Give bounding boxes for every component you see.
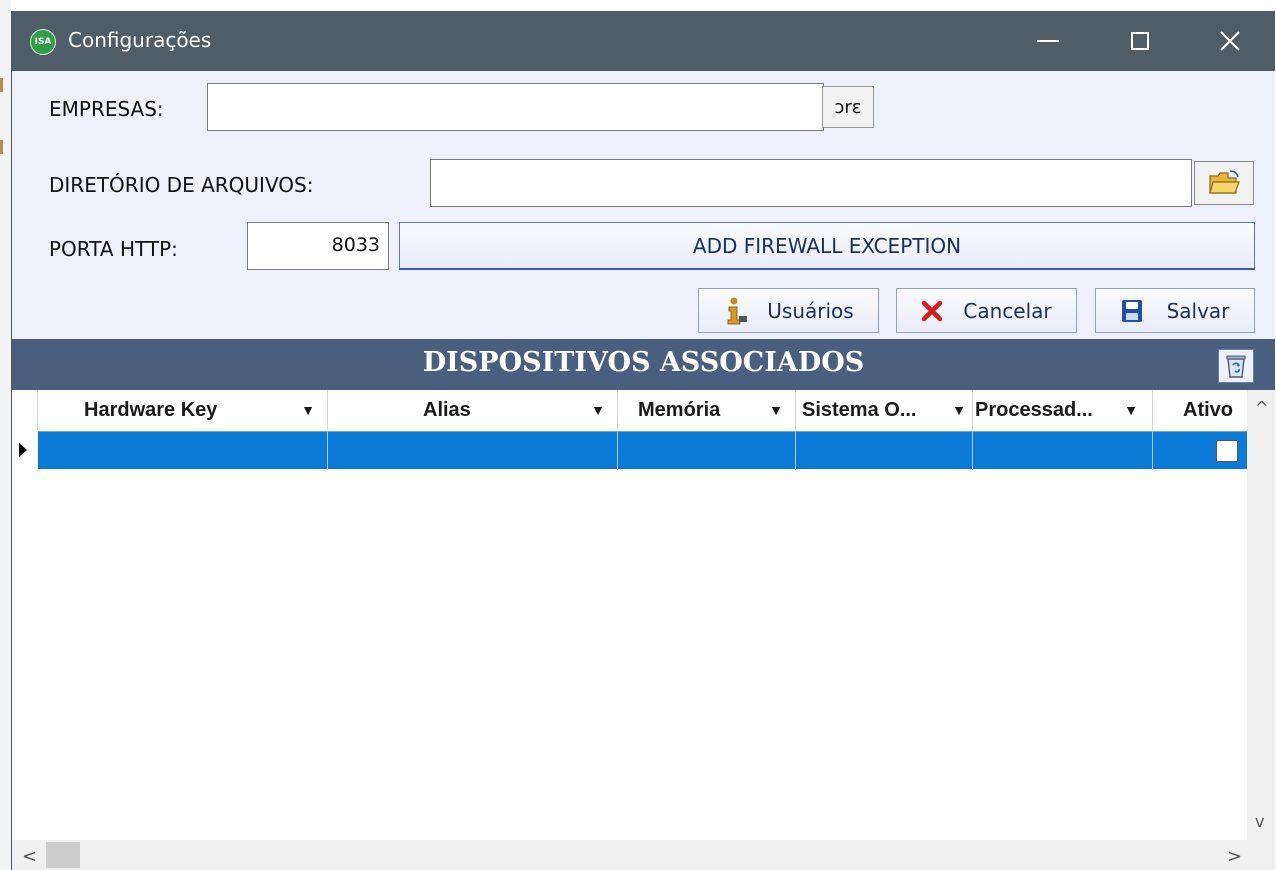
porta-http-field[interactable]: 8033	[247, 222, 389, 270]
chevron-down-icon[interactable]: ▼	[301, 402, 315, 418]
title-bar[interactable]: ISA Configurações	[12, 11, 1275, 71]
devices-grid[interactable]: Hardware Key ▼ Alias ▼ Memória ▼ Sistema…	[12, 390, 1247, 840]
diretorio-field[interactable]	[430, 159, 1192, 207]
close-button[interactable]	[1184, 11, 1275, 71]
dispositivos-header: DISPOSITIVOS ASSOCIADOS	[12, 339, 1275, 390]
horizontal-scrollbar[interactable]: < >	[12, 840, 1247, 870]
diretorio-label: DIRETÓRIO DE ARQUIVOS:	[49, 173, 314, 197]
cancel-x-icon	[922, 300, 943, 321]
row-indicator-header	[12, 390, 38, 430]
row-indicator[interactable]	[12, 431, 38, 469]
column-header-ativo[interactable]: Ativo	[1153, 390, 1247, 430]
add-firewall-exception-button[interactable]: ADD FIREWALL EXCEPTION	[399, 222, 1255, 270]
background-mark	[0, 140, 3, 154]
chevron-down-icon[interactable]: ▼	[591, 402, 605, 418]
cell-processador[interactable]	[973, 432, 1153, 470]
minimize-button[interactable]	[1002, 11, 1094, 71]
background-app-strip	[0, 0, 11, 870]
maximize-icon	[1131, 32, 1149, 50]
open-folder-icon	[1209, 170, 1240, 194]
empresas-field[interactable]	[207, 83, 824, 131]
horizontal-scroll-thumb[interactable]	[46, 842, 80, 868]
column-header-label: Processad...	[975, 399, 1093, 421]
cell-alias[interactable]	[328, 432, 618, 470]
usuarios-button[interactable]: Usuários	[698, 288, 879, 333]
resize-grip[interactable]	[1247, 840, 1275, 870]
window-title: Configurações	[68, 28, 212, 52]
current-row-arrow-icon	[19, 443, 27, 457]
chevron-down-icon[interactable]: ▼	[952, 402, 966, 418]
scroll-up-icon[interactable]: ^	[1255, 398, 1268, 417]
column-header-memoria[interactable]: Memória ▼	[618, 390, 796, 430]
scroll-down-icon[interactable]: v	[1255, 812, 1264, 831]
cancelar-button[interactable]: Cancelar	[896, 288, 1077, 333]
column-header-alias[interactable]: Alias ▼	[328, 390, 618, 430]
minimize-icon	[1037, 40, 1059, 42]
column-header-label: Alias	[423, 399, 471, 421]
chevron-down-icon[interactable]: ▼	[769, 402, 783, 418]
cell-memoria[interactable]	[618, 432, 796, 470]
column-header-sistema[interactable]: Sistema O... ▼	[796, 390, 973, 430]
porta-http-label: PORTA HTTP:	[49, 237, 178, 261]
maximize-button[interactable]	[1094, 11, 1186, 71]
cell-ativo[interactable]	[1153, 432, 1247, 470]
folder-browse-button[interactable]	[1194, 161, 1254, 205]
column-header-hardware-key[interactable]: Hardware Key ▼	[38, 390, 328, 430]
chevron-down-icon[interactable]: ▼	[1124, 402, 1138, 418]
configuracoes-window: ISA Configurações EMPRESAS: ɔrɛ DIRETÓRI…	[11, 11, 1275, 870]
clear-devices-button[interactable]	[1218, 349, 1254, 383]
trash-recycle-icon	[1226, 355, 1246, 378]
column-header-processador[interactable]: Processad... ▼	[973, 390, 1153, 430]
scroll-right-icon[interactable]: >	[1227, 846, 1242, 867]
column-header-label: Sistema O...	[802, 399, 917, 421]
background-mark	[0, 78, 3, 92]
user-info-icon	[727, 297, 748, 324]
column-header-label: Memória	[638, 399, 721, 421]
save-disk-icon	[1121, 299, 1142, 322]
usuarios-label: Usuários	[767, 298, 854, 323]
column-header-label: Ativo	[1183, 399, 1233, 421]
close-icon	[1220, 31, 1240, 51]
column-header-label: Hardware Key	[84, 399, 218, 421]
empresas-label: EMPRESAS:	[49, 97, 164, 121]
salvar-label: Salvar	[1166, 298, 1230, 323]
ativo-checkbox[interactable]	[1216, 440, 1238, 462]
table-row[interactable]	[38, 431, 1247, 470]
cancelar-label: Cancelar	[963, 298, 1052, 323]
empresas-browse-button[interactable]: ɔrɛ	[822, 86, 874, 128]
vertical-scrollbar[interactable]: ^ v	[1247, 390, 1275, 840]
cell-hardware-key[interactable]	[38, 432, 328, 470]
cell-sistema[interactable]	[796, 432, 973, 470]
scroll-left-icon[interactable]: <	[22, 846, 37, 867]
app-logo-icon: ISA	[30, 29, 56, 55]
salvar-button[interactable]: Salvar	[1095, 288, 1255, 333]
dispositivos-title: DISPOSITIVOS ASSOCIADOS	[422, 347, 865, 378]
